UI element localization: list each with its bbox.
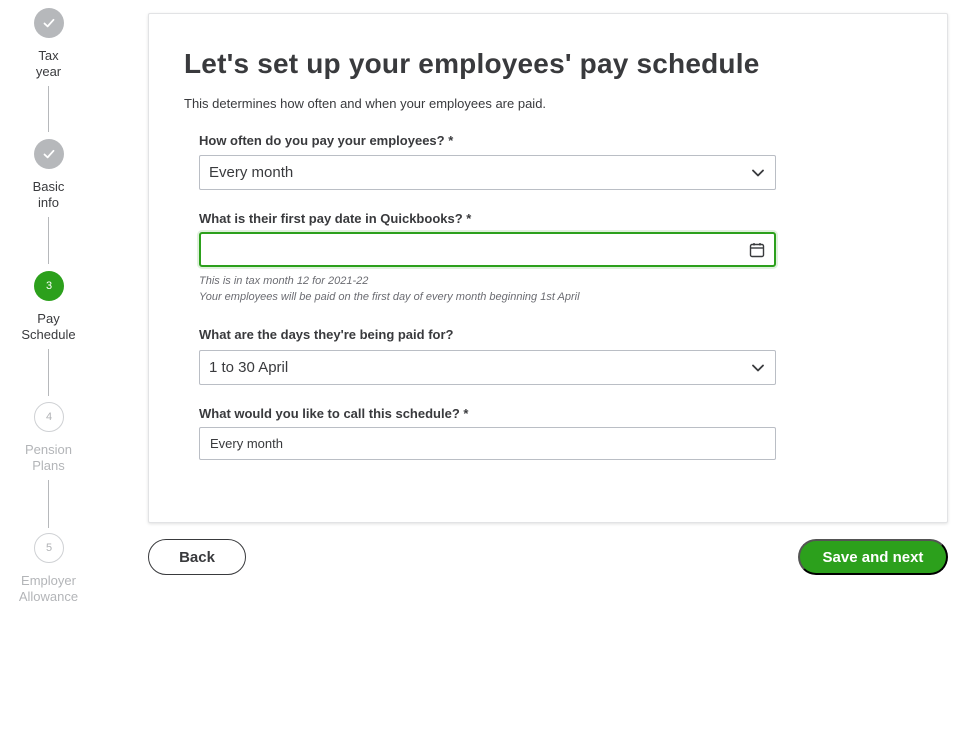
chevron-down-icon bbox=[752, 169, 764, 177]
step-1-check-icon bbox=[34, 8, 64, 38]
frequency-select[interactable]: Every month bbox=[199, 155, 776, 190]
setup-stepper: Tax year Basic info 3 Pay Schedule 4 Pen… bbox=[0, 0, 97, 738]
pay-date-hint-schedule: Your employees will be paid on the first… bbox=[199, 291, 580, 303]
back-button[interactable]: Back bbox=[148, 539, 246, 575]
calendar-icon[interactable] bbox=[749, 242, 765, 258]
pay-date-hint-tax-month: This is in tax month 12 for 2021-22 bbox=[199, 275, 369, 287]
step-5-label: Employer Allowance bbox=[18, 573, 79, 604]
frequency-label: How often do you pay your employees? * bbox=[199, 133, 454, 148]
page-title: Let's set up your employees' pay schedul… bbox=[184, 48, 760, 79]
pay-period-label: What are the days they're being paid for… bbox=[199, 327, 454, 342]
frequency-value: Every month bbox=[209, 164, 294, 181]
step-connector bbox=[48, 86, 49, 132]
pay-period-select[interactable]: 1 to 30 April bbox=[199, 350, 776, 385]
first-pay-date-label: What is their first pay date in Quickboo… bbox=[199, 211, 472, 226]
step-2-check-icon bbox=[34, 139, 64, 169]
page-subtitle: This determines how often and when your … bbox=[184, 96, 547, 111]
pay-period-value: 1 to 30 April bbox=[209, 359, 289, 376]
step-3-number: 3 bbox=[45, 280, 53, 292]
step-5-number: 5 bbox=[45, 542, 53, 554]
step-connector bbox=[48, 217, 49, 264]
first-pay-date-input[interactable] bbox=[199, 232, 776, 267]
step-4-circle: 4 bbox=[34, 402, 64, 432]
step-4-label: Pension Plans bbox=[25, 442, 72, 473]
step-5-circle: 5 bbox=[34, 533, 64, 563]
step-3-label: Pay Schedule bbox=[21, 311, 76, 342]
chevron-down-icon bbox=[752, 364, 764, 372]
schedule-name-input[interactable]: Every month bbox=[199, 427, 776, 460]
step-3-circle: 3 bbox=[34, 271, 64, 301]
pay-schedule-card: Let's set up your employees' pay schedul… bbox=[148, 13, 948, 523]
step-2-label: Basic info bbox=[32, 179, 65, 210]
step-4-number: 4 bbox=[45, 411, 53, 423]
step-connector bbox=[48, 480, 49, 528]
schedule-name-label: What would you like to call this schedul… bbox=[199, 406, 469, 421]
save-and-next-button[interactable]: Save and next bbox=[798, 539, 948, 575]
step-connector bbox=[48, 349, 49, 396]
schedule-name-value: Every month bbox=[210, 436, 283, 451]
step-1-label: Tax year bbox=[35, 48, 62, 79]
